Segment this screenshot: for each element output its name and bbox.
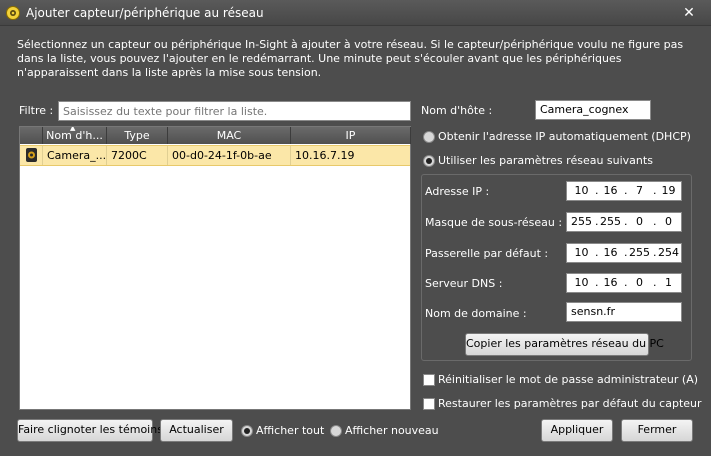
list-header-mac[interactable]: MAC: [168, 127, 291, 144]
gateway-field[interactable]: 10. 16. 255. 254: [566, 243, 682, 263]
table-row[interactable]: Camera_... 7200C 00-d0-24-1f-0b-ae 10.16…: [20, 145, 410, 166]
ip-address-field[interactable]: 10. 16. 7. 19: [566, 181, 682, 201]
static-ip-label[interactable]: Utiliser les paramètres réseau suivants: [438, 154, 653, 167]
show-all-radio[interactable]: [241, 425, 253, 437]
dhcp-label[interactable]: Obtenir l'adresse IP automatiquement (DH…: [438, 130, 691, 143]
list-header-ip[interactable]: IP: [291, 127, 411, 144]
reset-password-label[interactable]: Réinitialiser le mot de passe administra…: [438, 373, 698, 386]
ip-address-label: Adresse IP :: [425, 185, 490, 198]
list-header-name[interactable]: ▲ Nom d'h...: [43, 127, 107, 144]
show-all-label[interactable]: Afficher tout: [256, 424, 324, 437]
filter-input[interactable]: [58, 101, 411, 121]
device-list[interactable]: ▲ Nom d'h... Type MAC IP Camera_... 7200…: [19, 126, 411, 410]
row-type: 7200C: [107, 146, 168, 165]
hostname-input[interactable]: Camera_cognex: [535, 100, 651, 120]
copy-pc-settings-button[interactable]: Copier les paramètres réseau du PC: [465, 333, 664, 356]
static-ip-radio[interactable]: [423, 155, 435, 167]
close-button[interactable]: Fermer: [621, 419, 693, 442]
cognex-app-icon: [6, 6, 20, 20]
show-new-label[interactable]: Afficher nouveau: [345, 424, 439, 437]
show-new-radio[interactable]: [330, 425, 342, 437]
filter-label: Filtre :: [19, 104, 54, 117]
dhcp-radio[interactable]: [423, 131, 435, 143]
close-icon[interactable]: ✕: [680, 5, 698, 21]
restore-defaults-label[interactable]: Restaurer les paramètres par défaut du c…: [438, 397, 702, 410]
refresh-button[interactable]: Actualiser: [160, 419, 233, 442]
domain-label: Nom de domaine :: [425, 307, 527, 320]
gateway-label: Passerelle par défaut :: [425, 247, 549, 260]
hostname-label: Nom d'hôte :: [421, 104, 493, 117]
row-name: Camera_...: [43, 146, 107, 165]
apply-button[interactable]: Appliquer: [541, 419, 613, 442]
blink-leds-button[interactable]: Faire clignoter les témoins: [17, 419, 163, 442]
camera-device-icon: [26, 148, 37, 162]
reset-password-checkbox[interactable]: [423, 374, 435, 386]
dns-label: Serveur DNS :: [425, 277, 503, 290]
subnet-mask-label: Masque de sous-réseau :: [425, 216, 563, 229]
subnet-mask-field[interactable]: 255. 255. 0. 0: [566, 212, 682, 232]
dns-field[interactable]: 10. 16. 0. 1: [566, 273, 682, 293]
restore-defaults-checkbox[interactable]: [423, 398, 435, 410]
intro-text: Sélectionnez un capteur ou périphérique …: [17, 38, 684, 79]
sort-arrow-icon: ▲: [70, 127, 76, 132]
row-mac: 00-d0-24-1f-0b-ae: [168, 146, 291, 165]
row-ip: 10.16.7.19: [295, 149, 355, 162]
domain-input[interactable]: sensn.fr: [566, 302, 682, 322]
list-header-icon-col: [20, 127, 43, 144]
list-header-type[interactable]: Type: [107, 127, 168, 144]
window-title: Ajouter capteur/périphérique au réseau: [26, 6, 264, 20]
